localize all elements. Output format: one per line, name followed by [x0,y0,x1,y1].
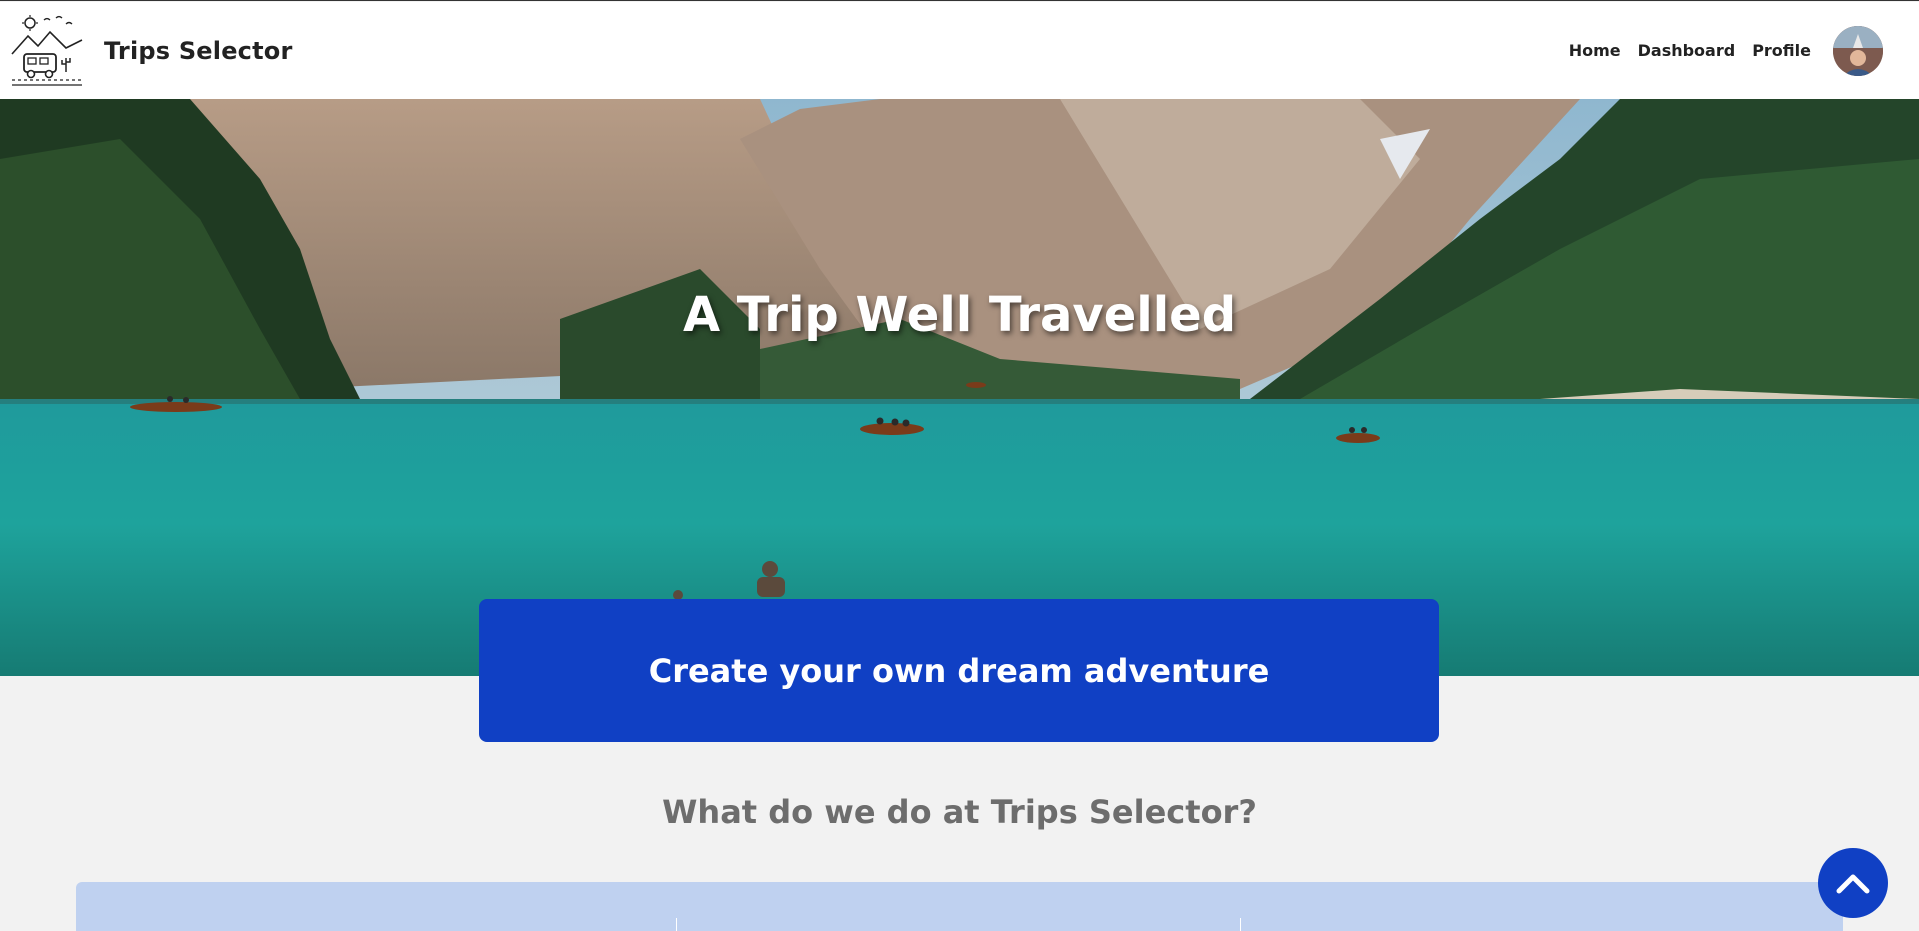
feature-divider [676,918,677,931]
navbar: Trips Selector Home Dashboard Profile [0,2,1919,99]
brand-title: Trips Selector [104,36,293,65]
features-panel [76,882,1843,931]
user-avatar[interactable] [1833,25,1883,76]
nav-profile-link[interactable]: Profile [1752,41,1811,60]
hero-banner: A Trip Well Travelled [0,99,1919,676]
main-nav: Home Dashboard Profile [1552,25,1909,76]
scroll-to-top-button[interactable] [1818,848,1888,918]
brand[interactable]: Trips Selector [10,14,293,88]
camper-van-logo-icon [11,14,83,86]
nav-home-link[interactable]: Home [1569,41,1621,60]
hero-landscape-image [0,99,1919,676]
create-adventure-button[interactable]: Create your own dream adventure [479,599,1439,742]
avatar-image-icon [1833,25,1883,76]
feature-divider [1240,918,1241,931]
chevron-up-icon [1836,874,1870,894]
hero-title: A Trip Well Travelled [682,287,1237,343]
nav-dashboard-link[interactable]: Dashboard [1638,41,1736,60]
section-title: What do we do at Trips Selector? [662,793,1257,831]
